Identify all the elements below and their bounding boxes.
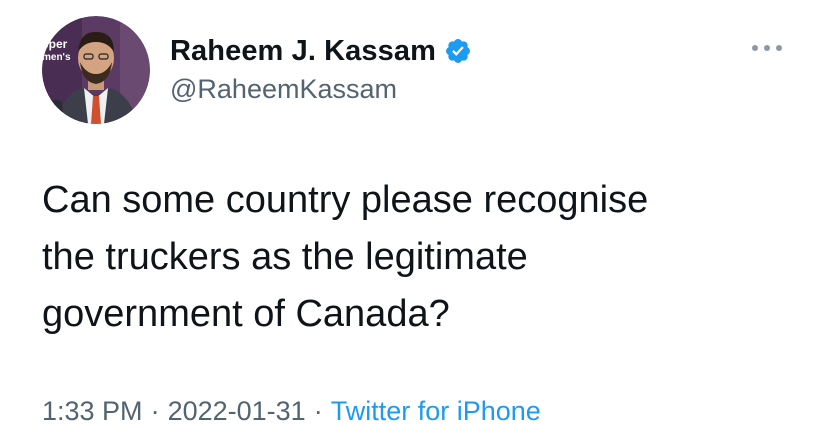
tweet-metadata: 1:33 PM · 2022-01-31 · Twitter for iPhon… (42, 396, 541, 427)
more-dot (764, 45, 770, 51)
display-name[interactable]: Raheem J. Kassam (170, 35, 436, 68)
tweet-text: Can some country please recognise the tr… (42, 172, 802, 343)
tweet-date[interactable]: 2022-01-31 (168, 396, 306, 427)
avatar-bg-text-1: eper (42, 37, 68, 51)
avatar-image: eper men's (42, 16, 150, 124)
avatar-bg-text-2: men's (42, 52, 71, 63)
author-name-row[interactable]: Raheem J. Kassam (170, 33, 472, 69)
tweet-text-line: Can some country please recognise (42, 179, 649, 221)
more-dot (776, 45, 782, 51)
more-options-icon[interactable] (752, 38, 782, 58)
more-dot (752, 45, 758, 51)
tweet-source-link[interactable]: Twitter for iPhone (331, 396, 541, 427)
separator: · (313, 396, 323, 426)
tweet-text-line: government of Canada? (42, 293, 450, 335)
tweet-text-line: the truckers as the legitimate (42, 236, 528, 278)
verified-badge-icon (444, 37, 472, 65)
author-handle[interactable]: @RaheemKassam (170, 74, 397, 105)
separator: · (150, 396, 160, 426)
tweet-time[interactable]: 1:33 PM (42, 396, 143, 427)
tweet-card: eper men's Raheem J. Kassam @RaheemKassa… (0, 0, 828, 437)
avatar[interactable]: eper men's (42, 16, 150, 124)
